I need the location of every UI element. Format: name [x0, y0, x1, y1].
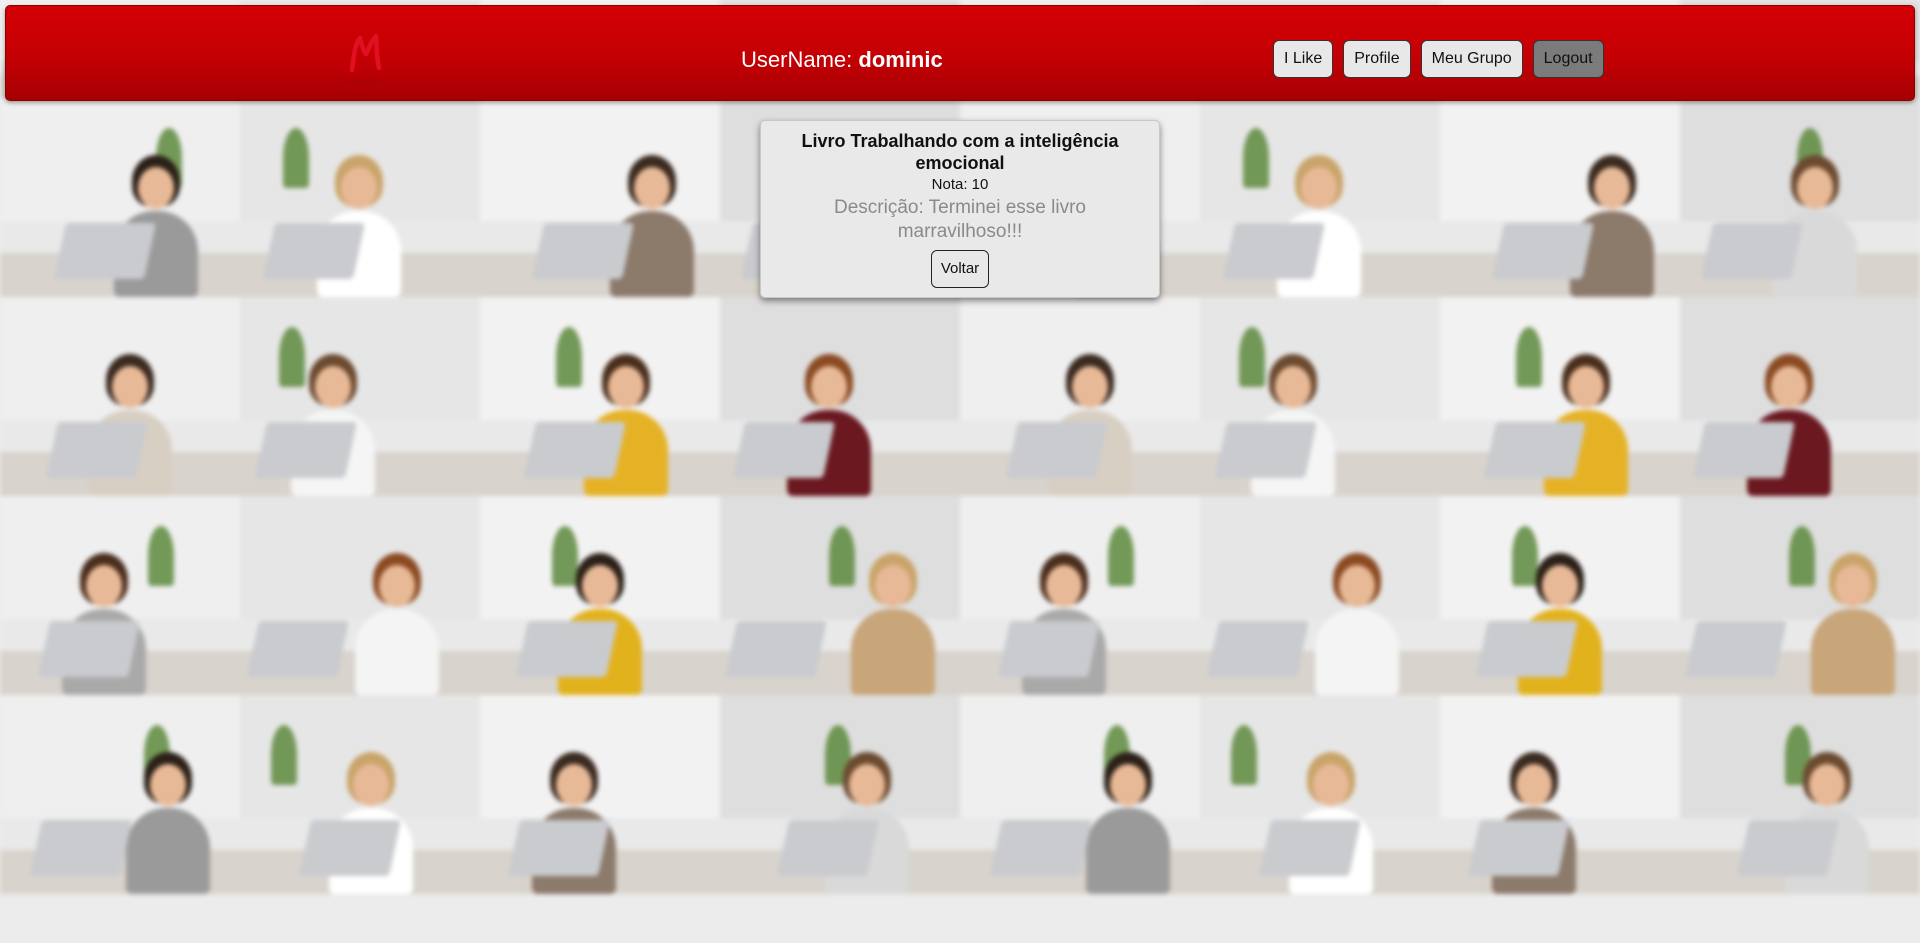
logout-button[interactable]: Logout [1532, 40, 1604, 78]
background-photo-tile [0, 297, 240, 496]
background-photo-tile [1440, 98, 1680, 297]
nav-buttons: I Like Profile Meu Grupo Logout [1273, 40, 1604, 78]
background-photo-tile [240, 297, 480, 496]
background-photo-tile [1200, 695, 1440, 894]
background-photo-tile [240, 98, 480, 297]
voltar-button[interactable]: Voltar [930, 250, 990, 288]
background-photo-tile [1440, 695, 1680, 894]
brand-logo[interactable] [346, 30, 386, 88]
background-photo-tile [1200, 297, 1440, 496]
username-label: UserName: [741, 47, 853, 72]
background-photo-tile [1200, 98, 1440, 297]
background-photo-tile [720, 297, 960, 496]
background-photo-tile [1680, 496, 1920, 695]
background-photo-tile [1680, 695, 1920, 894]
background-photo-tile [240, 496, 480, 695]
background-photo-tile [720, 496, 960, 695]
i-like-button[interactable]: I Like [1273, 40, 1334, 78]
book-description: Descrição: Terminei esse livro marravilh… [833, 197, 1086, 242]
username-display: UserName: dominic [741, 47, 943, 73]
background-photo-tile [1440, 297, 1680, 496]
book-detail-card: Livro Trabalhando com a inteligência emo… [760, 120, 1160, 298]
background-photo-tile [0, 98, 240, 297]
background-photo-tile [720, 695, 960, 894]
background-photo-tile [480, 98, 720, 297]
background-photo-tile [480, 297, 720, 496]
book-title: Livro Trabalhando com a inteligência emo… [801, 131, 1119, 173]
background-photo-tile [1680, 297, 1920, 496]
background-photo-tile [0, 695, 240, 894]
meu-grupo-button[interactable]: Meu Grupo [1420, 40, 1523, 78]
background-photo-tile [480, 496, 720, 695]
background-photo-tile [1200, 496, 1440, 695]
background-photo-tile [1680, 98, 1920, 297]
brand-m-icon [349, 33, 382, 83]
background-photo-tile [960, 297, 1200, 496]
background-photo-tile [240, 695, 480, 894]
top-navbar: UserName: dominic I Like Profile Meu Gru… [5, 5, 1915, 101]
profile-button[interactable]: Profile [1343, 40, 1411, 78]
book-rating: Nota: 10 [931, 176, 989, 193]
background-photo-tile [0, 496, 240, 695]
background-photo-tile [480, 695, 720, 894]
background-photo-tile [960, 695, 1200, 894]
username-value: dominic [858, 47, 943, 72]
background-photo-tile [960, 496, 1200, 695]
background-photo-tile [1440, 496, 1680, 695]
